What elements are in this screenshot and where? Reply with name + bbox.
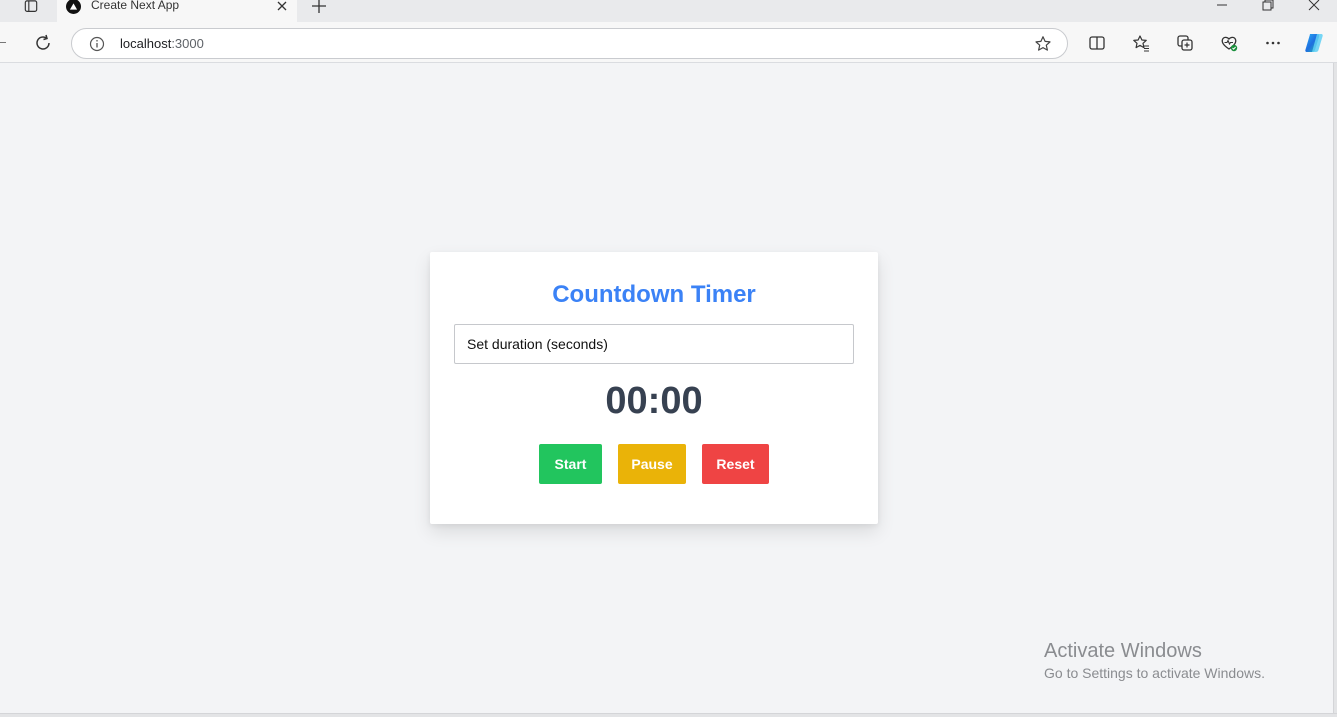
url-port: :3000 [171,36,204,51]
back-icon[interactable] [0,42,6,43]
browser-tab[interactable]: Create Next App [57,0,297,22]
activate-windows-title: Activate Windows [1044,640,1202,662]
tab-actions-icon[interactable] [18,0,44,14]
site-info-icon[interactable] [89,36,105,52]
page-title: Countdown Timer [552,281,756,308]
new-tab-icon[interactable] [310,0,328,15]
more-options-icon[interactable] [1264,34,1282,52]
close-tab-icon[interactable] [275,0,289,13]
viewport-right-edge [1333,63,1337,717]
pause-button[interactable]: Pause [618,444,686,484]
viewport-bottom-edge [0,713,1337,717]
browser-essentials-icon[interactable] [1220,34,1238,52]
tab-title: Create Next App [91,0,180,12]
browser-toolbar: localhost:3000 [0,22,1337,63]
url-text: localhost:3000 [120,36,204,51]
reset-button[interactable]: Reset [702,444,769,484]
duration-input[interactable] [454,324,854,364]
copilot-icon[interactable] [1302,31,1326,55]
time-display: 00:00 [605,380,703,422]
tab-strip: Create Next App [0,0,1337,22]
reload-icon[interactable] [33,33,53,53]
timer-card: Countdown Timer 00:00 Start Pause Reset [430,252,878,524]
collections-icon[interactable] [1176,34,1194,52]
nextjs-favicon-icon [66,0,81,14]
favorite-star-icon[interactable] [1034,35,1052,53]
favorites-icon[interactable] [1132,34,1150,52]
close-window-icon[interactable] [1306,0,1322,13]
address-bar[interactable]: localhost:3000 [71,28,1068,59]
split-screen-icon[interactable] [1088,34,1106,52]
url-host: localhost [120,36,172,51]
restore-icon[interactable] [1260,0,1276,13]
start-button[interactable]: Start [539,444,602,484]
activate-windows-subtitle: Go to Settings to activate Windows. [1044,665,1265,681]
minimize-icon[interactable] [1214,0,1230,13]
